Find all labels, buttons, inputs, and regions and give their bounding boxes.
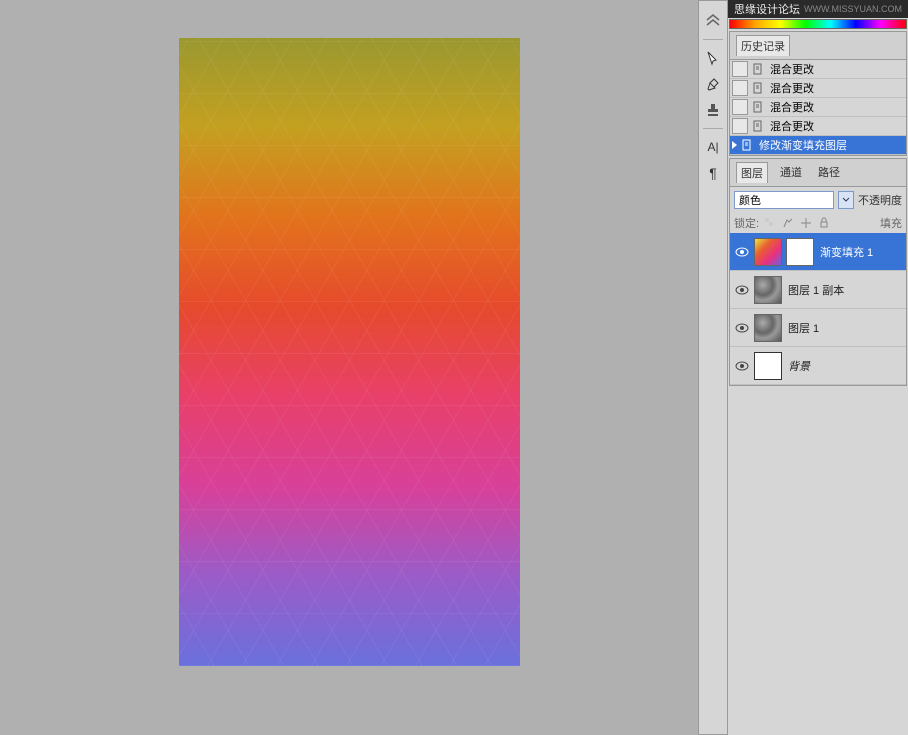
blend-mode-select[interactable]: 颜色 (734, 191, 834, 209)
history-item-label: 混合更改 (770, 99, 814, 115)
layer-item-background[interactable]: 背景 (730, 347, 906, 385)
layer-thumbnail[interactable] (754, 276, 782, 304)
document-icon (750, 80, 766, 96)
lock-pixels-icon[interactable] (781, 216, 795, 230)
lock-controls-row: 锁定: 填充 (730, 213, 906, 233)
stamp-tool-icon[interactable] (701, 98, 725, 122)
history-panel-header: 历史记录 (730, 32, 906, 60)
history-item[interactable]: 混合更改 (730, 117, 906, 136)
layers-controls-row: 颜色 不透明度 (730, 187, 906, 213)
document-icon (750, 61, 766, 77)
history-item-selected[interactable]: 修改渐变填充图层 (730, 136, 906, 155)
layer-label: 渐变填充 1 (816, 244, 904, 260)
paths-tab[interactable]: 路径 (814, 162, 844, 183)
history-checkbox[interactable] (732, 99, 748, 115)
visibility-eye-icon[interactable] (732, 280, 752, 300)
pen-tool-icon[interactable] (701, 72, 725, 96)
layers-tab[interactable]: 图层 (736, 162, 768, 183)
channels-tab[interactable]: 通道 (776, 162, 806, 183)
lock-transparency-icon[interactable] (763, 216, 777, 230)
direct-selection-tool-icon[interactable] (701, 46, 725, 70)
layer-label: 背景 (784, 358, 904, 374)
brand-title: 思缘设计论坛 (734, 1, 800, 17)
history-item-label: 修改渐变填充图层 (759, 137, 847, 153)
layer-item[interactable]: 图层 1 副本 (730, 271, 906, 309)
layer-thumbnail[interactable] (754, 352, 782, 380)
history-item[interactable]: 混合更改 (730, 60, 906, 79)
history-item-label: 混合更改 (770, 80, 814, 96)
layers-panel: 图层 通道 路径 颜色 不透明度 锁定: 填充 (729, 158, 907, 386)
layer-item-gradient-fill[interactable]: 渐变填充 1 (730, 233, 906, 271)
brand-url: WWW.MISSYUAN.COM (804, 4, 902, 14)
lock-label: 锁定: (734, 215, 759, 231)
history-item[interactable]: 混合更改 (730, 98, 906, 117)
lock-position-icon[interactable] (799, 216, 813, 230)
vertical-toolbar: A| ¶ (698, 0, 728, 735)
history-list: 混合更改 混合更改 混合更改 混合更改 (730, 60, 906, 155)
vertical-type-tool-icon[interactable]: A| (701, 135, 725, 159)
layers-panel-header: 图层 通道 路径 (730, 159, 906, 187)
collapse-icon[interactable] (701, 9, 725, 33)
canvas-workspace (0, 0, 698, 735)
color-spectrum-strip[interactable] (729, 19, 907, 29)
layer-label: 图层 1 (784, 320, 904, 336)
history-checkbox[interactable] (732, 118, 748, 134)
blend-dropdown-button[interactable] (838, 191, 854, 209)
history-item-label: 混合更改 (770, 61, 814, 77)
triangle-pattern-overlay (179, 38, 520, 666)
document-icon (739, 137, 755, 153)
history-item-label: 混合更改 (770, 118, 814, 134)
layer-thumbnail[interactable] (754, 314, 782, 342)
fill-label: 填充 (880, 215, 902, 231)
lock-all-icon[interactable] (817, 216, 831, 230)
history-checkbox[interactable] (732, 61, 748, 77)
visibility-eye-icon[interactable] (732, 242, 752, 262)
document-canvas[interactable] (179, 38, 520, 666)
history-panel: 历史记录 混合更改 混合更改 混合更改 (729, 31, 907, 156)
watermark-bar: 思缘设计论坛 WWW.MISSYUAN.COM (728, 0, 908, 18)
layer-label: 图层 1 副本 (784, 282, 904, 298)
layer-mask-thumbnail[interactable] (786, 238, 814, 266)
history-tab[interactable]: 历史记录 (736, 35, 790, 56)
visibility-eye-icon[interactable] (732, 318, 752, 338)
paragraph-tool-icon[interactable]: ¶ (701, 161, 725, 185)
history-item[interactable]: 混合更改 (730, 79, 906, 98)
document-icon (750, 99, 766, 115)
history-checkbox[interactable] (732, 80, 748, 96)
layer-thumbnail-gradient[interactable] (754, 238, 782, 266)
current-state-arrow-icon (732, 141, 737, 149)
opacity-label: 不透明度 (858, 192, 902, 208)
visibility-eye-icon[interactable] (732, 356, 752, 376)
layer-list: 渐变填充 1 图层 1 副本 图层 1 背景 (730, 233, 906, 385)
layer-item[interactable]: 图层 1 (730, 309, 906, 347)
document-icon (750, 118, 766, 134)
